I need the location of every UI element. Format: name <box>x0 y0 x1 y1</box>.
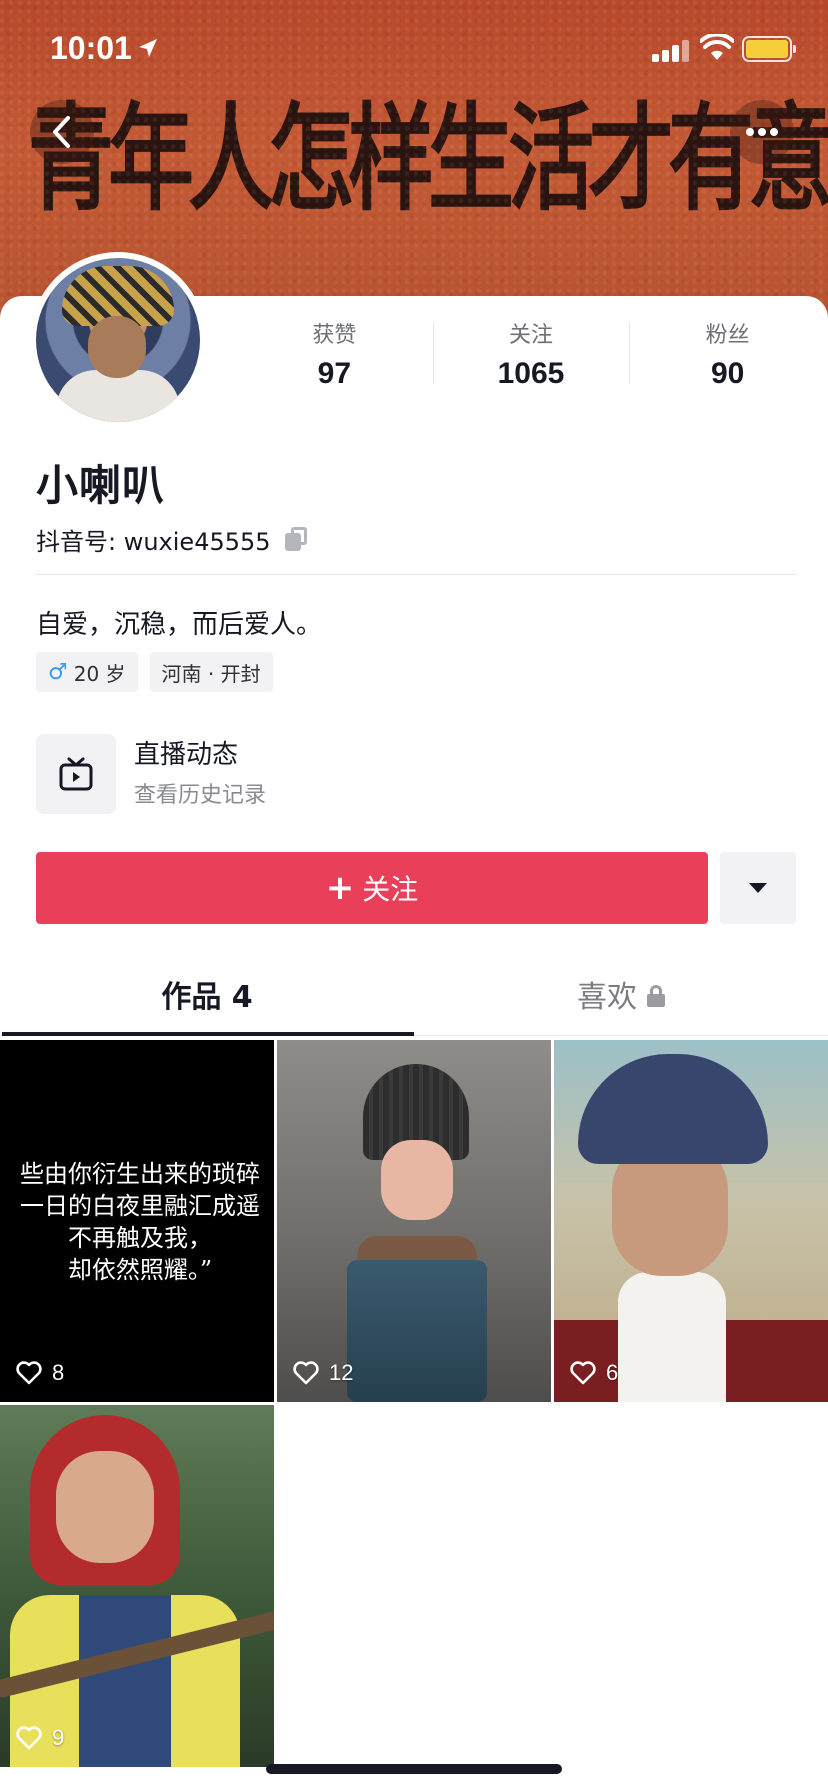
heart-icon <box>16 1726 42 1750</box>
bio: 自爱，沉稳，而后爱人。 <box>36 610 323 640</box>
tab-works-label: 作品 4 <box>161 979 253 1015</box>
live-tv-icon <box>36 734 116 814</box>
like-count-value: 8 <box>52 1360 65 1385</box>
male-icon: ♂ <box>48 659 68 685</box>
status-bar: 10:01 <box>0 0 828 96</box>
status-time: 10:01 <box>50 30 132 66</box>
like-count: 6 <box>570 1360 618 1386</box>
age-label: 20 岁 <box>73 661 126 686</box>
caption-line: 不再触及我， <box>68 1224 212 1252</box>
location-arrow-icon <box>139 39 157 57</box>
recommend-dropdown-button[interactable] <box>720 852 796 924</box>
like-count: 8 <box>16 1360 64 1386</box>
more-button[interactable] <box>730 100 794 164</box>
plus-icon: + <box>325 868 355 908</box>
live-history-entry[interactable]: 直播动态 查看历史记录 <box>36 732 796 816</box>
avatar[interactable] <box>30 252 206 428</box>
stat-value: 97 <box>317 357 352 390</box>
like-count: 9 <box>16 1725 64 1751</box>
douyin-id: 抖音号: wuxie45555 <box>36 528 271 556</box>
video-thumbnail[interactable]: 9 <box>0 1405 274 1767</box>
stat-label: 获赞 <box>312 323 357 348</box>
location-tag: 河南 · 开封 <box>149 652 273 692</box>
tab-underline <box>2 1032 414 1036</box>
back-button[interactable] <box>30 100 94 164</box>
content-tabs: 作品 4 喜欢 <box>0 952 828 1036</box>
battery-icon <box>742 36 796 62</box>
divider <box>36 574 796 575</box>
video-thumbnail[interactable]: 12 <box>277 1040 551 1402</box>
video-thumbnail[interactable]: 6 <box>554 1040 828 1402</box>
stat-followers[interactable]: 粉丝 90 <box>629 320 826 400</box>
like-count: 12 <box>293 1360 353 1386</box>
caption-line: 却依然照耀。” <box>67 1256 213 1284</box>
triangle-down-icon <box>749 883 767 893</box>
nickname: 小喇叭 <box>36 461 166 510</box>
wifi-icon <box>700 34 734 60</box>
heart-icon <box>293 1361 319 1385</box>
stat-following[interactable]: 关注 1065 <box>432 320 630 400</box>
like-count-value: 6 <box>606 1360 619 1385</box>
home-indicator[interactable] <box>266 1764 562 1774</box>
stat-label: 关注 <box>509 323 554 348</box>
avatar-image <box>36 258 200 422</box>
follow-label: 关注 <box>362 873 419 906</box>
caption-line: 一日的白夜里融汇成遥 <box>20 1192 260 1220</box>
stat-value: 90 <box>710 357 745 390</box>
age-tag: ♂ 20 岁 <box>36 652 138 692</box>
caption-line: 些由你衍生出来的琐碎 <box>20 1160 260 1188</box>
tab-works[interactable]: 作品 4 <box>0 952 414 1036</box>
video-thumbnail[interactable]: 些由你衍生出来的琐碎 一日的白夜里融汇成遥 不再触及我， 却依然照耀。” 8 <box>0 1040 274 1402</box>
like-count-value: 12 <box>329 1360 354 1385</box>
live-title: 直播动态 <box>134 740 239 770</box>
tab-likes-label: 喜欢 <box>577 979 637 1015</box>
stat-value: 1065 <box>497 357 565 390</box>
like-count-value: 9 <box>52 1725 65 1750</box>
profile-stats: 获赞 97 关注 1065 粉丝 90 <box>236 320 826 400</box>
location-label: 河南 · 开封 <box>161 661 261 686</box>
heart-icon <box>570 1361 596 1385</box>
heart-icon <box>16 1361 42 1385</box>
stat-label: 粉丝 <box>705 323 750 348</box>
stat-likes[interactable]: 获赞 97 <box>236 320 433 400</box>
video-caption-text: 些由你衍生出来的琐碎 一日的白夜里融汇成遥 不再触及我， 却依然照耀。” <box>0 1158 274 1286</box>
profile-tags: ♂ 20 岁 河南 · 开封 <box>36 652 273 692</box>
tab-likes[interactable]: 喜欢 <box>414 952 828 1035</box>
follow-actions: + 关注 <box>36 852 796 924</box>
cellular-signal-icon <box>652 38 690 62</box>
more-dots-icon <box>746 128 778 136</box>
douyin-id-row: 抖音号: wuxie45555 <box>36 522 309 557</box>
copy-icon[interactable] <box>283 526 309 553</box>
chevron-left-icon <box>53 116 70 148</box>
live-subtitle: 查看历史记录 <box>134 783 267 808</box>
follow-button[interactable]: + 关注 <box>36 852 708 924</box>
lock-icon <box>647 984 665 1007</box>
